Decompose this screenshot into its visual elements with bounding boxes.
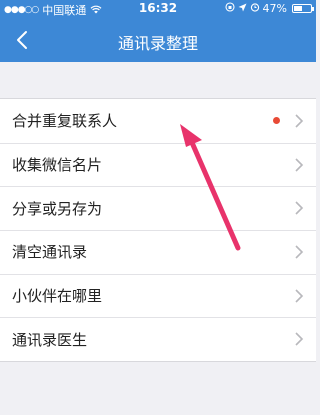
- nav-bar: 通讯录整理: [0, 18, 316, 62]
- list-item[interactable]: 分享或另存为: [0, 186, 316, 230]
- status-bar: ●●●○○ 中国联通 16:32 47%: [0, 0, 316, 18]
- alarm-icon: [250, 2, 260, 15]
- status-right: 47%: [224, 2, 314, 15]
- list-item[interactable]: 收集微信名片: [0, 142, 316, 187]
- chevron-right-icon: [295, 245, 304, 259]
- chevron-right-icon: [295, 157, 304, 172]
- list-item-label: 收集微信名片: [12, 156, 103, 175]
- list-item[interactable]: 通讯录医生: [0, 317, 316, 361]
- menu-list: 合并重复联系人 收集微信名片 分享或另存为 清空通讯录小伙伴在哪里 通讯录医生: [0, 98, 316, 363]
- list-item-label: 通讯录医生: [12, 330, 88, 349]
- battery-fill: [294, 6, 302, 11]
- battery-percent: 47%: [262, 2, 287, 15]
- list-item[interactable]: 合并重复联系人: [0, 99, 316, 143]
- chevron-right-icon: [295, 114, 304, 128]
- chevron-right-icon: [295, 289, 304, 303]
- new-badge-dot: [273, 117, 280, 125]
- chevron-right-icon: [295, 332, 304, 346]
- battery-icon: [292, 4, 314, 13]
- list-item-label: 清空通讯录: [12, 243, 88, 262]
- location-icon: [238, 2, 247, 15]
- rotation-lock-icon: [224, 2, 235, 15]
- list-item-label: 分享或另存为: [12, 199, 103, 218]
- list-item-label: 小伙伴在哪里: [12, 287, 103, 306]
- list-item[interactable]: 清空通讯录: [0, 230, 316, 274]
- list-item[interactable]: 小伙伴在哪里: [0, 273, 316, 318]
- list-item-label: 合并重复联系人: [12, 112, 118, 131]
- chevron-right-icon: [295, 201, 304, 215]
- page-title: 通讯录整理: [117, 34, 198, 53]
